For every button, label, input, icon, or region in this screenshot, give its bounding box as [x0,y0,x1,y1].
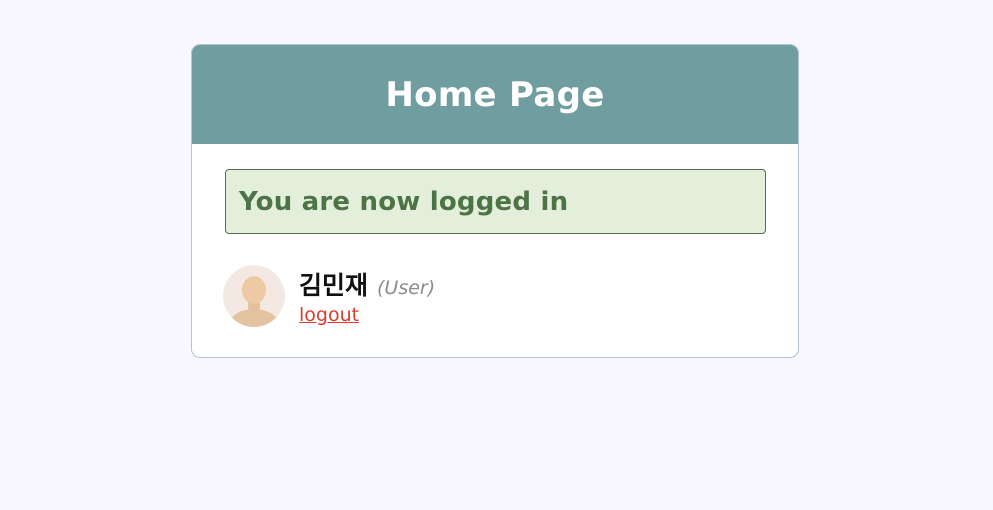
user-info: 김민재 (User) logout [299,266,435,326]
logout-link[interactable]: logout [299,304,359,326]
user-identity: 김민재 (User) [299,266,436,300]
page-title: Home Page [385,74,605,115]
user-profile: 김민재 (User) logout [223,265,435,327]
login-status-message: You are now logged in [239,186,569,217]
card-header: Home Page [192,45,798,144]
user-avatar-icon [223,265,285,327]
success-alert: You are now logged in [225,169,766,234]
username: 김민재 [299,271,369,300]
user-role: (User) [377,277,436,299]
home-card: Home Page You are now logged in 김민재 (Use… [191,44,799,358]
